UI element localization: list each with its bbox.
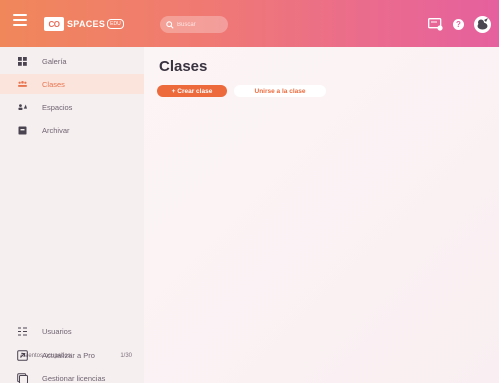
sidebar-item-label: Clases (42, 79, 65, 89)
spaces-people-icon (18, 103, 27, 112)
sidebar-item-actualizar-pro[interactable]: Actualizar a Pro (0, 346, 144, 364)
logo-text: SPACES (67, 19, 106, 29)
sidebar-item-label: Galería (42, 56, 67, 66)
hamburger-menu-icon[interactable] (13, 14, 27, 32)
sidebar-item-label: Actualizar a Pro (42, 350, 95, 360)
sidebar-item-clases[interactable]: Clases (0, 74, 144, 94)
sidebar: Galería Clases Espacios Archivar Asiento… (0, 47, 144, 383)
sidebar-item-usuarios[interactable]: Usuarios (0, 322, 144, 340)
sidebar-item-galeria[interactable]: Galería (0, 51, 144, 71)
logo-box: CO (44, 17, 64, 31)
search-box[interactable] (160, 16, 228, 33)
sidebar-item-label: Espacios (42, 102, 73, 112)
licenses-icon (17, 372, 28, 383)
grid-icon (18, 56, 27, 66)
search-input[interactable] (177, 21, 227, 28)
top-bar: CO SPACES EDU ? (0, 0, 499, 47)
create-class-button[interactable]: + Crear clase (157, 85, 227, 97)
main-content: Clases + Crear clase Unirse a la clase (144, 47, 499, 383)
sidebar-item-gestionar-licencias[interactable]: Gestionar licencias (0, 369, 144, 383)
sidebar-item-espacios[interactable]: Espacios (0, 97, 144, 117)
class-group-icon (18, 80, 27, 89)
sidebar-item-label: Archivar (42, 125, 70, 135)
logo-edu-badge: EDU (107, 19, 124, 29)
search-icon (166, 20, 174, 29)
screen-share-icon[interactable] (428, 18, 443, 31)
avatar-icon (477, 18, 488, 30)
user-avatar[interactable] (474, 16, 491, 33)
archive-icon (18, 126, 27, 135)
sidebar-item-label: Gestionar licencias (42, 373, 106, 383)
join-class-button[interactable]: Unirse a la clase (234, 85, 326, 97)
users-list-icon (17, 326, 28, 337)
help-icon[interactable]: ? (453, 19, 464, 30)
sidebar-item-label: Usuarios (42, 326, 72, 336)
upgrade-icon (17, 349, 28, 361)
sidebar-item-archivar[interactable]: Archivar (0, 120, 144, 140)
cospaces-logo[interactable]: CO SPACES EDU (44, 17, 124, 31)
page-title: Clases (159, 58, 208, 75)
